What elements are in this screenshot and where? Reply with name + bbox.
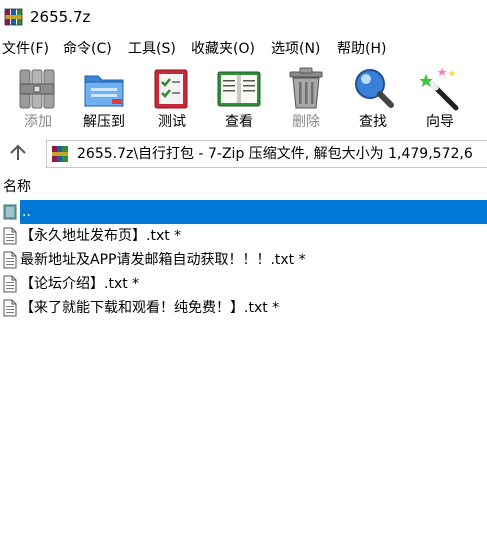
view-button[interactable]: 查看: [207, 64, 271, 134]
magic-wand-icon: [419, 68, 459, 111]
file-row[interactable]: 【永久地址发布页】.txt *: [0, 224, 487, 248]
open-book-icon: [217, 71, 261, 107]
text-file-icon: [3, 227, 17, 245]
title-bar: 2655.7z: [0, 0, 487, 34]
menu-options[interactable]: 选项(N): [271, 38, 320, 60]
add-button[interactable]: 添加: [6, 64, 70, 134]
menu-favorites[interactable]: 收藏夹(O): [191, 38, 255, 60]
column-header-name[interactable]: 名称: [3, 177, 31, 197]
wizard-button-label: 向导: [426, 114, 454, 130]
file-row[interactable]: 【论坛介绍】.txt *: [0, 272, 487, 296]
delete-button-label: 删除: [292, 114, 320, 130]
text-file-icon: [3, 275, 17, 293]
row-name: 【来了就能下载和观看！纯免费！】.txt *: [20, 300, 280, 316]
find-button-label: 查找: [359, 114, 387, 130]
row-name: 【永久地址发布页】.txt *: [20, 228, 182, 244]
window-title: 2655.7z: [30, 8, 91, 26]
row-name: ..: [22, 204, 31, 220]
file-row[interactable]: 最新地址及APP请发邮箱自动获取！！！.txt *: [0, 248, 487, 272]
address-bar: 2655.7z\自行打包 - 7-Zip 压缩文件, 解包大小为 1,479,5…: [0, 138, 487, 168]
row-name: 最新地址及APP请发邮箱自动获取！！！.txt *: [20, 252, 306, 268]
text-file-icon: [3, 251, 17, 269]
winrar-app-icon: [4, 8, 23, 26]
checklist-icon: [154, 69, 188, 109]
add-button-label: 添加: [24, 114, 52, 130]
menu-help[interactable]: 帮助(H): [337, 38, 386, 60]
parent-folder-row[interactable]: ..: [0, 200, 487, 224]
books-stack-icon: [19, 69, 55, 109]
file-row[interactable]: 【来了就能下载和观看！纯免费！】.txt *: [0, 296, 487, 320]
archive-icon: [52, 146, 68, 162]
menu-file[interactable]: 文件(F): [2, 38, 49, 60]
selection-highlight: [20, 200, 487, 224]
row-name: 【论坛介绍】.txt *: [20, 276, 140, 292]
text-file-icon: [3, 299, 17, 317]
extract-to-button-label: 解压到: [83, 114, 125, 130]
menu-bar: 文件(F) 命令(C) 工具(S) 收藏夹(O) 选项(N) 帮助(H): [0, 38, 487, 60]
wizard-button[interactable]: 向导: [408, 64, 472, 134]
view-button-label: 查看: [225, 114, 253, 130]
find-button[interactable]: 查找: [341, 64, 405, 134]
file-list-header: 名称: [0, 177, 487, 197]
test-button-label: 测试: [158, 114, 186, 130]
extract-to-button[interactable]: 解压到: [72, 64, 136, 134]
folder-extract-icon: [84, 75, 124, 107]
menu-tools[interactable]: 工具(S): [128, 38, 176, 60]
magnifier-icon: [355, 69, 394, 108]
toolbar: 添加 解压到 测试 查看 删除 查找 向导: [0, 64, 487, 136]
test-button[interactable]: 测试: [140, 64, 204, 134]
parent-folder-icon: [3, 204, 17, 220]
address-path: 2655.7z\自行打包 - 7-Zip 压缩文件, 解包大小为 1,479,5…: [77, 146, 473, 162]
up-arrow-icon[interactable]: [6, 142, 30, 164]
trash-can-icon: [289, 67, 323, 109]
menu-commands[interactable]: 命令(C): [63, 38, 112, 60]
address-field[interactable]: 2655.7z\自行打包 - 7-Zip 压缩文件, 解包大小为 1,479,5…: [46, 140, 487, 168]
delete-button[interactable]: 删除: [274, 64, 338, 134]
